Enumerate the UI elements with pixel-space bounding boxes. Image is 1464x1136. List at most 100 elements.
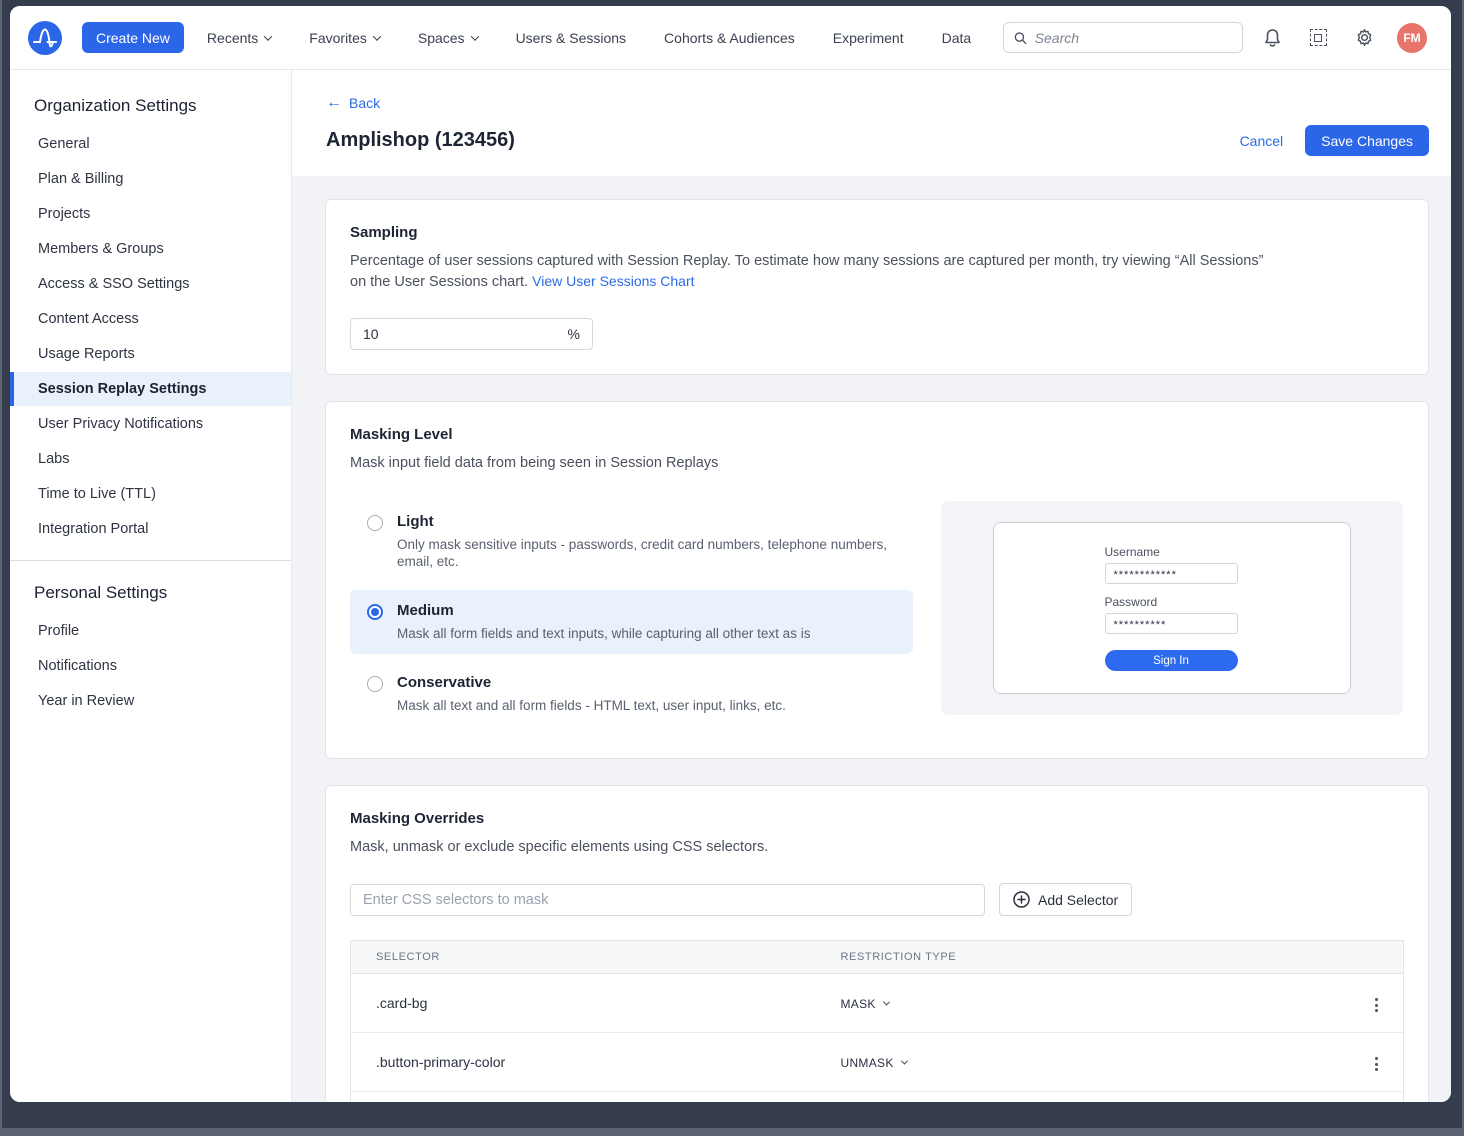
nav-item-label: Experiment: [833, 30, 904, 46]
sidebar-item-members-groups[interactable]: Members & Groups: [10, 232, 291, 266]
column-header-selector: SELECTOR: [351, 941, 816, 974]
sidebar-item-usage-reports[interactable]: Usage Reports: [10, 337, 291, 371]
sampling-title: Sampling: [350, 224, 1404, 241]
sidebar-divider: [10, 560, 291, 561]
masking-level-card: Masking Level Mask input field data from…: [325, 401, 1429, 759]
sidebar-item-time-to-live[interactable]: Time to Live (TTL): [10, 477, 291, 511]
chevron-down-icon: [901, 1057, 908, 1064]
add-selector-button[interactable]: Add Selector: [999, 883, 1132, 916]
user-avatar[interactable]: FM: [1397, 23, 1427, 53]
radio-unselected-icon[interactable]: [367, 676, 383, 692]
sidebar-item-notifications[interactable]: Notifications: [10, 649, 291, 683]
window-frame: Create New Recents Favorites Spaces User…: [2, 0, 1462, 1128]
option-label: Medium: [397, 602, 810, 619]
preview-password-masked-field: **********: [1105, 613, 1238, 634]
masking-level-description: Mask input field data from being seen in…: [350, 453, 1280, 473]
nav-item-label: Recents: [207, 30, 258, 46]
option-description: Only mask sensitive inputs - passwords, …: [397, 536, 897, 570]
table-row: .body-text EXCLUDE: [351, 1092, 1404, 1103]
settings-gear-icon[interactable]: [1347, 21, 1381, 55]
sidebar-item-content-access[interactable]: Content Access: [10, 302, 291, 336]
data-apps-icon[interactable]: [1301, 21, 1335, 55]
nav-item-label: Data: [942, 30, 972, 46]
search-box[interactable]: [1003, 22, 1243, 53]
sidebar-section-heading: Personal Settings: [10, 571, 291, 613]
option-description: Mask all text and all form fields - HTML…: [397, 697, 786, 714]
sampling-card: Sampling Percentage of user sessions cap…: [325, 199, 1429, 375]
masking-preview-login-card: Username ************ Password *********…: [993, 522, 1351, 694]
sidebar-section-heading: Organization Settings: [10, 84, 291, 126]
cancel-button[interactable]: Cancel: [1240, 133, 1284, 149]
chevron-down-icon: [883, 998, 890, 1005]
restriction-type-dropdown[interactable]: MASK: [841, 997, 889, 1011]
nav-item-spaces[interactable]: Spaces: [403, 6, 493, 70]
sidebar-item-user-privacy-notifications[interactable]: User Privacy Notifications: [10, 407, 291, 441]
sidebar-item-session-replay-settings[interactable]: Session Replay Settings: [10, 372, 291, 406]
table-row: .button-primary-color UNMASK: [351, 1033, 1404, 1092]
amplitude-logo-icon[interactable]: [28, 21, 62, 55]
nav-item-recents[interactable]: Recents: [192, 6, 286, 70]
chevron-down-icon: [373, 32, 381, 40]
notifications-bell-icon[interactable]: [1255, 21, 1289, 55]
restriction-type-value: UNMASK: [841, 1056, 894, 1070]
sampling-percentage-input[interactable]: [363, 326, 568, 342]
nav-item-cohorts-audiences[interactable]: Cohorts & Audiences: [649, 6, 810, 70]
sidebar-item-projects[interactable]: Projects: [10, 197, 291, 231]
nav-item-data[interactable]: Data: [927, 6, 987, 70]
preview-password-label: Password: [1105, 595, 1240, 609]
masking-overrides-description: Mask, unmask or exclude specific element…: [350, 837, 1280, 857]
nav-item-label: Cohorts & Audiences: [664, 30, 795, 46]
masking-preview-panel: Username ************ Password *********…: [941, 501, 1403, 715]
view-user-sessions-chart-link[interactable]: View User Sessions Chart: [532, 273, 694, 289]
nav-item-label: Users & Sessions: [516, 30, 626, 46]
sidebar-item-year-in-review[interactable]: Year in Review: [10, 684, 291, 718]
preview-username-masked-field: ************: [1105, 563, 1238, 584]
create-new-button[interactable]: Create New: [82, 22, 184, 53]
css-selector-input[interactable]: [350, 884, 985, 916]
nav-item-label: Favorites: [309, 30, 367, 46]
masking-option-light[interactable]: Light Only mask sensitive inputs - passw…: [350, 501, 913, 582]
radio-unselected-icon[interactable]: [367, 515, 383, 531]
selector-overrides-table: SELECTOR RESTRICTION TYPE .card-bg MASK: [350, 940, 1404, 1102]
selector-cell: .card-bg: [351, 974, 816, 1033]
search-input[interactable]: [1035, 30, 1232, 46]
sampling-description: Percentage of user sessions captured wit…: [350, 251, 1280, 292]
arrow-left-icon: ←: [326, 95, 342, 111]
back-link[interactable]: ← Back: [326, 95, 380, 111]
option-label: Light: [397, 513, 897, 530]
nav-item-users-sessions[interactable]: Users & Sessions: [501, 6, 641, 70]
sidebar-item-plan-billing[interactable]: Plan & Billing: [10, 162, 291, 196]
nav-item-label: Spaces: [418, 30, 465, 46]
nav-item-favorites[interactable]: Favorites: [294, 6, 395, 70]
settings-sidebar: Organization Settings General Plan & Bil…: [10, 70, 292, 1102]
sidebar-item-general[interactable]: General: [10, 127, 291, 161]
sampling-description-text: Percentage of user sessions captured wit…: [350, 253, 1263, 290]
save-changes-button[interactable]: Save Changes: [1305, 125, 1429, 156]
page-title: Amplishop (123456): [326, 129, 515, 152]
option-label: Conservative: [397, 674, 786, 691]
sampling-percentage-field[interactable]: %: [350, 318, 593, 350]
masking-overrides-title: Masking Overrides: [350, 810, 1404, 827]
add-selector-label: Add Selector: [1038, 892, 1118, 908]
preview-sign-in-button: Sign In: [1105, 650, 1238, 671]
masking-option-medium[interactable]: Medium Mask all form fields and text inp…: [350, 590, 913, 654]
sidebar-item-profile[interactable]: Profile: [10, 614, 291, 648]
restriction-type-value: MASK: [841, 997, 876, 1011]
selector-cell: .button-primary-color: [351, 1033, 816, 1092]
app: Create New Recents Favorites Spaces User…: [10, 6, 1451, 1102]
preview-username-label: Username: [1105, 545, 1240, 559]
restriction-type-dropdown[interactable]: UNMASK: [841, 1056, 907, 1070]
masking-option-conservative[interactable]: Conservative Mask all text and all form …: [350, 662, 913, 726]
row-menu-kebab-icon[interactable]: [1369, 992, 1384, 1018]
chevron-down-icon: [470, 32, 478, 40]
nav-item-experiment[interactable]: Experiment: [818, 6, 919, 70]
row-menu-kebab-icon[interactable]: [1369, 1051, 1384, 1077]
percent-suffix: %: [568, 326, 580, 342]
settings-content: Sampling Percentage of user sessions cap…: [292, 176, 1451, 1102]
radio-selected-icon[interactable]: [367, 604, 383, 620]
sidebar-item-integration-portal[interactable]: Integration Portal: [10, 512, 291, 546]
back-label: Back: [349, 95, 380, 111]
sidebar-item-labs[interactable]: Labs: [10, 442, 291, 476]
sidebar-item-access-sso[interactable]: Access & SSO Settings: [10, 267, 291, 301]
column-header-restriction-type: RESTRICTION TYPE: [816, 941, 1344, 974]
